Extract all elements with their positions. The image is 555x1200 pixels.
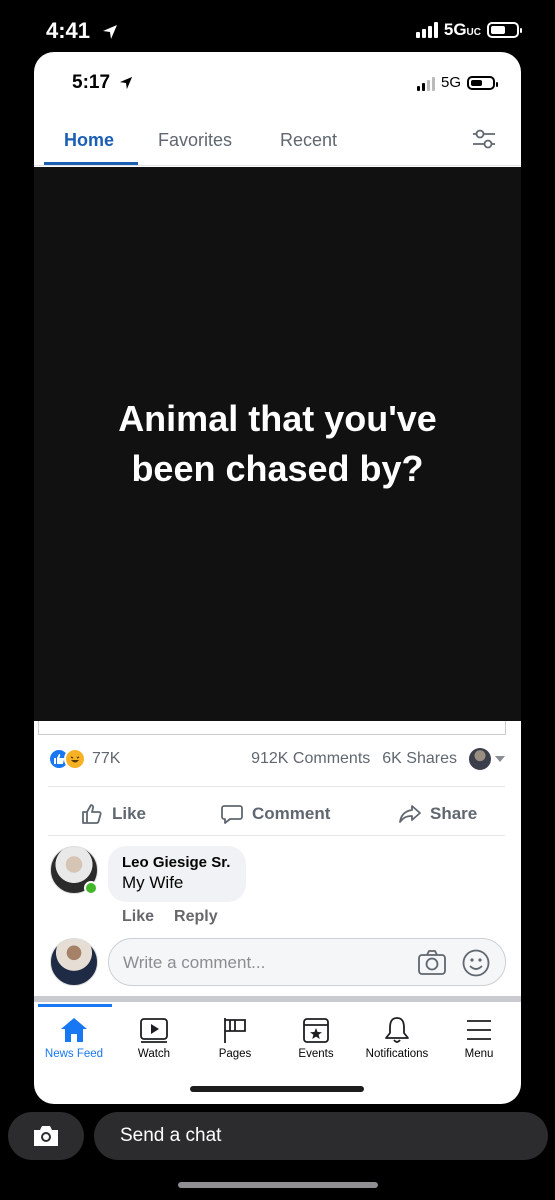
camera-icon[interactable] <box>417 949 447 977</box>
comment-reply-link[interactable]: Reply <box>174 908 218 926</box>
comment-like-link[interactable]: Like <box>122 908 154 926</box>
camera-icon <box>34 1126 58 1146</box>
divider <box>48 786 505 787</box>
nav-label: Notifications <box>365 1048 429 1060</box>
nav-pages[interactable]: Pages <box>195 1002 275 1060</box>
feed-tabs: Home Favorites Recent <box>34 120 521 166</box>
post-stats-right: 912K Comments 6K Shares <box>251 748 505 770</box>
image-frame <box>38 721 506 735</box>
share-button[interactable]: Share <box>398 802 477 826</box>
home-indicator <box>178 1182 378 1188</box>
reactor-selector[interactable] <box>469 748 505 770</box>
comment-button[interactable]: Comment <box>220 802 330 826</box>
post-stats: 77K 912K Comments 6K Shares <box>48 748 505 774</box>
outer-clock: 4:41 <box>46 18 118 44</box>
inner-time-text: 5:17 <box>72 72 111 93</box>
inner-status-bar: 5:17 5G <box>34 52 521 114</box>
share-arrow-icon <box>399 805 421 823</box>
bottom-nav: News Feed Watch Pages Events Notificatio… <box>34 1002 521 1072</box>
post-image[interactable]: Animal that you've been chased by? <box>34 167 521 721</box>
nav-events[interactable]: Events <box>276 1002 356 1060</box>
inner-clock: 5:17 <box>72 72 133 94</box>
calendar-star-icon <box>303 1018 329 1043</box>
comment-text: My Wife <box>122 873 184 892</box>
like-label: Like <box>112 804 147 823</box>
outer-status-icons: 5GUC <box>415 20 522 40</box>
comment-actions: Like Reply <box>122 908 218 926</box>
home-indicator <box>190 1086 364 1092</box>
share-label: Share <box>430 804 478 823</box>
comment-input-placeholder: Write a comment... <box>123 953 266 972</box>
comment-bubble[interactable]: Leo Giesige Sr. My Wife <box>108 846 246 902</box>
nav-news-feed[interactable]: News Feed <box>34 1002 114 1060</box>
reaction-summary[interactable]: 77K <box>48 748 120 770</box>
facebook-screenshot: 5:17 5G Home Favorites Recent Animal tha… <box>34 52 521 1104</box>
comment-label: Comment <box>252 804 331 823</box>
thumbs-up-icon <box>82 804 102 824</box>
tab-recent[interactable]: Recent <box>280 130 337 151</box>
chevron-down-icon <box>495 756 505 762</box>
active-tab-indicator <box>44 162 138 165</box>
haha-reaction-icon <box>64 748 86 770</box>
nav-notifications[interactable]: Notifications <box>357 1002 437 1060</box>
battery-icon <box>467 75 498 90</box>
filter-settings-icon[interactable] <box>471 126 497 152</box>
tab-home[interactable]: Home <box>64 130 114 151</box>
network-label: 5G <box>440 74 461 91</box>
bell-icon <box>385 1017 409 1043</box>
send-chat-placeholder: Send a chat <box>120 1125 222 1146</box>
network-label: 5GUC <box>443 20 481 39</box>
online-status-dot <box>84 881 98 895</box>
reaction-count: 77K <box>92 750 121 767</box>
share-count[interactable]: 6K Shares <box>382 750 457 768</box>
comment-count[interactable]: 912K Comments <box>251 750 370 768</box>
home-icon <box>61 1018 87 1042</box>
nav-menu[interactable]: Menu <box>439 1002 519 1060</box>
battery-icon <box>487 22 522 38</box>
comment-author[interactable]: Leo Giesige Sr. <box>122 854 232 871</box>
location-arrow-icon <box>120 76 133 90</box>
send-chat-input[interactable]: Send a chat <box>94 1112 548 1160</box>
like-button[interactable]: Like <box>80 802 146 826</box>
flag-icon <box>224 1018 246 1043</box>
emoji-icon[interactable] <box>461 948 491 978</box>
tab-favorites[interactable]: Favorites <box>158 130 232 151</box>
signal-icon <box>416 75 435 91</box>
location-arrow-icon <box>103 25 118 40</box>
comment-input[interactable]: Write a comment... <box>108 938 506 986</box>
nav-label: Menu <box>464 1048 494 1060</box>
nav-watch[interactable]: Watch <box>114 1002 194 1060</box>
comment-bubble-icon <box>221 805 243 824</box>
nav-label: News Feed <box>44 1048 104 1060</box>
nav-label: Watch <box>137 1048 171 1060</box>
signal-icon <box>415 22 438 38</box>
snapchat-chat-bar: Send a chat <box>0 1108 555 1164</box>
nav-label: Events <box>298 1048 334 1060</box>
inner-status-icons: 5G <box>416 74 498 91</box>
outer-time-text: 4:41 <box>46 18 91 43</box>
watch-icon <box>140 1018 168 1043</box>
current-user-avatar <box>50 938 98 986</box>
divider <box>48 835 505 836</box>
hamburger-icon <box>467 1020 491 1040</box>
nav-label: Pages <box>218 1048 252 1060</box>
post-actions: Like Comment Share <box>34 796 521 836</box>
post-image-caption: Animal that you've been chased by? <box>118 398 437 489</box>
avatar <box>469 748 491 770</box>
snap-camera-button[interactable] <box>8 1112 84 1160</box>
